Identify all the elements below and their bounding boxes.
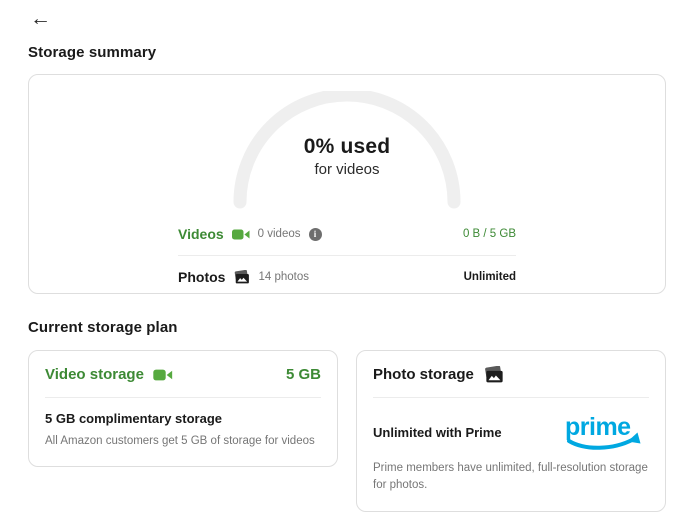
video-camera-icon — [153, 368, 173, 382]
videos-usage-value: 0 B / 5 GB — [463, 228, 516, 240]
video-card-divider — [45, 397, 321, 398]
photos-usage-left: Photos 14 photos — [178, 269, 464, 285]
gauge-text: 0% used for videos — [227, 135, 467, 178]
photo-card-title: Photo storage — [373, 366, 474, 383]
video-card-amount: 5 GB — [286, 366, 321, 383]
page-title: Storage summary — [28, 44, 666, 61]
videos-label: Videos — [178, 226, 224, 242]
photos-usage-value: Unlimited — [464, 271, 516, 283]
back-arrow-icon: ← — [30, 7, 51, 30]
storage-gauge: 0% used for videos — [227, 91, 467, 209]
usage-table: Videos 0 videos i 0 B / 5 GB Photos — [178, 223, 516, 288]
plan-cards-row: Video storage 5 GB 5 GB complimentary st… — [28, 350, 666, 512]
back-button[interactable]: ← — [28, 6, 53, 31]
photos-usage-row: Photos 14 photos Unlimited — [178, 266, 516, 288]
photo-card-title-row: Photo storage — [373, 366, 649, 383]
photo-card-body: Prime members have unlimited, full-resol… — [373, 460, 649, 495]
info-glyph: i — [314, 229, 317, 239]
video-card-subtitle: 5 GB complimentary storage — [45, 411, 321, 426]
videos-usage-left: Videos 0 videos i — [178, 226, 463, 242]
video-card-title-row: Video storage 5 GB — [45, 366, 321, 383]
prime-logo-text: prime — [565, 413, 631, 441]
storage-summary-card: 0% used for videos Videos 0 videos i 0 B… — [28, 74, 666, 294]
prime-logo: prime — [561, 411, 649, 453]
gauge-percent-used: 0% used — [227, 135, 467, 159]
photos-stack-icon — [233, 270, 250, 284]
photo-card-divider — [373, 397, 649, 398]
video-storage-card: Video storage 5 GB 5 GB complimentary st… — [28, 350, 338, 467]
photos-count: 14 photos — [258, 271, 309, 283]
photos-stack-icon — [483, 366, 504, 383]
current-plan-heading: Current storage plan — [28, 319, 666, 336]
photos-label: Photos — [178, 269, 225, 285]
usage-row-divider — [178, 255, 516, 256]
photo-card-subtitle: Unlimited with Prime — [373, 425, 502, 440]
storage-summary-page: ← Storage summary 0% used for videos Vid… — [0, 0, 680, 517]
video-card-title: Video storage — [45, 366, 144, 383]
gauge-subtitle: for videos — [227, 161, 467, 178]
photo-card-sub-row: Unlimited with Prime prime — [373, 411, 649, 453]
info-icon[interactable]: i — [309, 228, 322, 241]
photo-storage-card: Photo storage Unlimited with Prime prime… — [356, 350, 666, 512]
videos-count: 0 videos — [258, 228, 301, 240]
videos-usage-row: Videos 0 videos i 0 B / 5 GB — [178, 223, 516, 245]
video-camera-icon — [232, 228, 250, 241]
video-card-body: All Amazon customers get 5 GB of storage… — [45, 433, 321, 450]
